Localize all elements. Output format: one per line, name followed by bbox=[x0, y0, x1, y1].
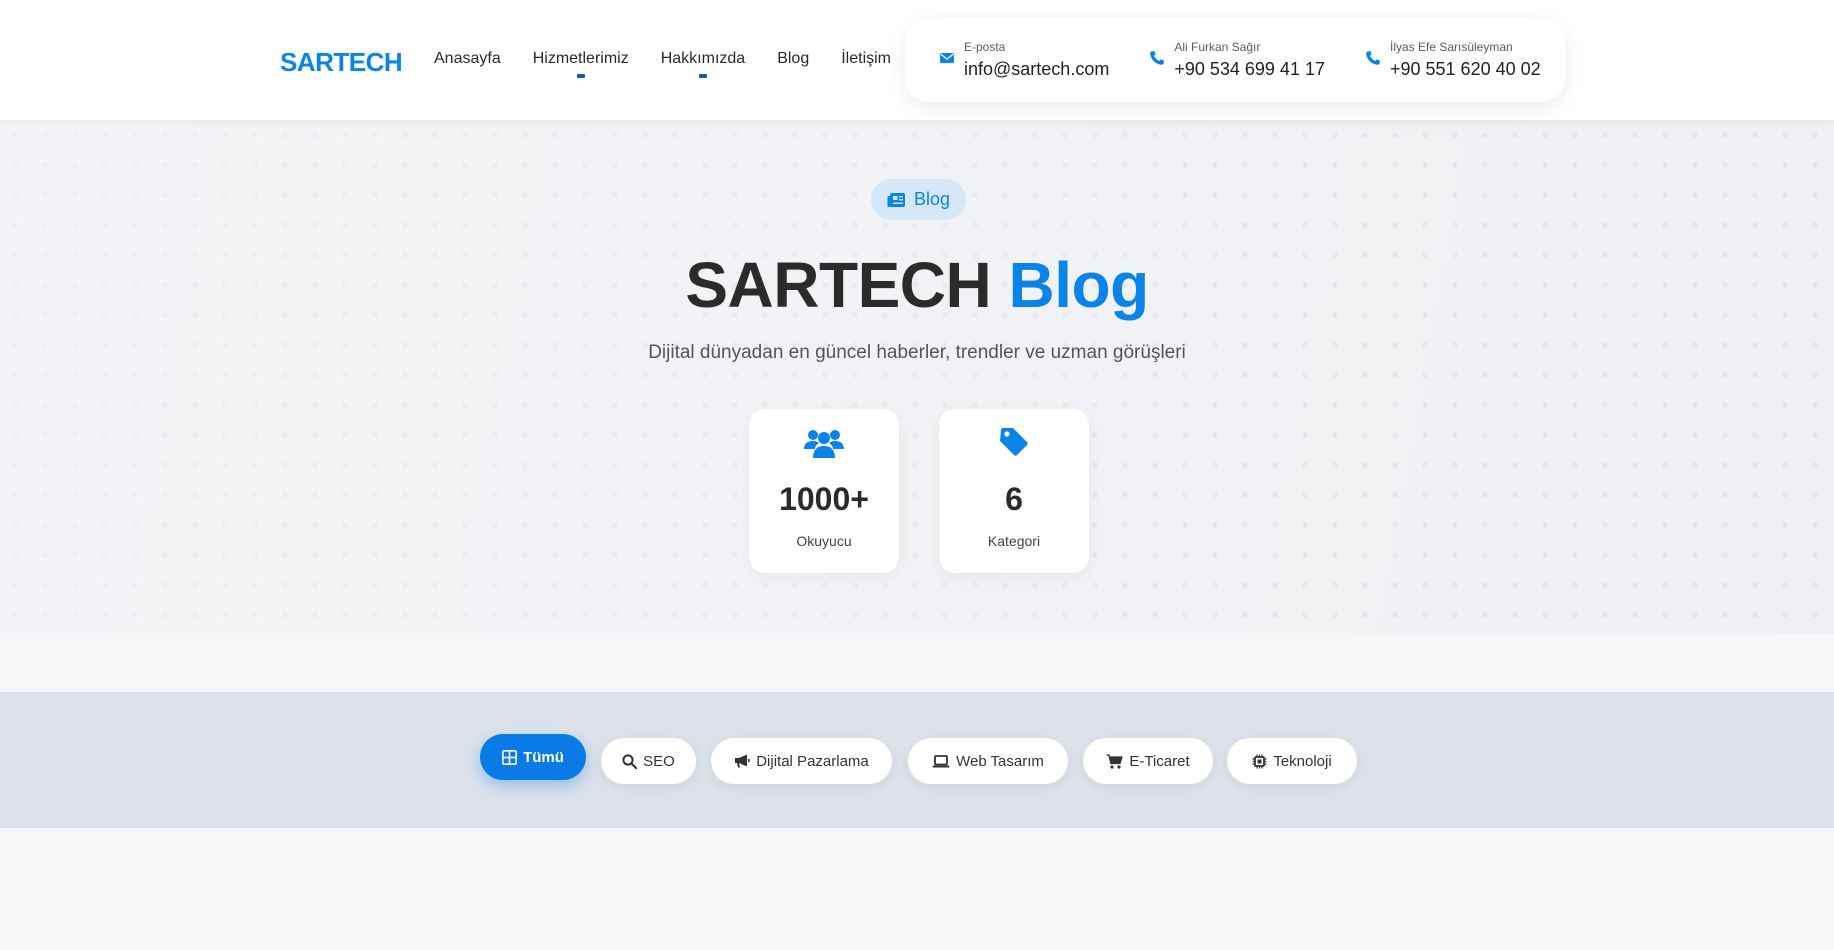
nav-label: Blog bbox=[777, 50, 810, 67]
badge-label: Blog bbox=[913, 189, 951, 209]
laptop-icon bbox=[932, 754, 950, 767]
dropdown-indicator-icon bbox=[698, 74, 707, 78]
contact-email[interactable]: E-posta info@sartech.com bbox=[939, 40, 1109, 81]
hero-section: Blog SARTECH Blog Dijital dünyadan en gü… bbox=[0, 120, 1834, 633]
contact-phone-ali[interactable]: Ali Furkan Sağır +90 534 699 41 17 bbox=[1149, 40, 1325, 81]
title-main: SARTECH bbox=[685, 249, 992, 321]
contact-value: +90 551 620 40 02 bbox=[1389, 58, 1541, 79]
stat-card-categories: 6 Kategori bbox=[939, 409, 1089, 573]
filter-label: Tümü bbox=[523, 748, 564, 766]
filter-label: SEO bbox=[643, 752, 675, 770]
contact-label: Ali Furkan Sağır bbox=[1174, 39, 1261, 54]
envelope-icon bbox=[940, 52, 954, 63]
filter-technology-button[interactable]: Teknoloji bbox=[1227, 738, 1357, 784]
nav-label: Anasayfa bbox=[434, 50, 501, 67]
filter-label: Teknoloji bbox=[1273, 752, 1332, 770]
stat-value: 1000+ bbox=[779, 481, 869, 517]
filter-label: Dijital Pazarlama bbox=[756, 752, 869, 770]
contact-card: E-posta info@sartech.com Ali Furkan Sağı… bbox=[905, 18, 1565, 102]
site-logo[interactable]: SARTECH bbox=[280, 47, 403, 78]
blog-badge: Blog bbox=[871, 179, 966, 220]
page-title: SARTECH Blog bbox=[0, 248, 1834, 322]
nav-item-anasayfa[interactable]: Anasayfa bbox=[434, 50, 501, 68]
nav-label: İletişim bbox=[841, 50, 891, 67]
category-filter-bar: Tümü SEO Dijital Pazarlama Web Tasarım E… bbox=[0, 692, 1834, 828]
main-nav: Anasayfa Hizmetlerimiz Hakkımızda Blog İ… bbox=[434, 50, 891, 78]
contact-phone-ilyas[interactable]: İlyas Efe Sarısüleyman +90 551 620 40 02 bbox=[1365, 40, 1541, 81]
stat-label: Okuyucu bbox=[796, 533, 852, 549]
nav-label: Hakkımızda bbox=[660, 50, 746, 67]
nav-item-hakkimizda[interactable]: Hakkımızda bbox=[660, 50, 746, 78]
phone-icon bbox=[1150, 50, 1165, 65]
filter-all-button[interactable]: Tümü bbox=[480, 734, 586, 780]
filter-web-design-button[interactable]: Web Tasarım bbox=[908, 738, 1068, 784]
page-subtitle: Dijital dünyadan en güncel haberler, tre… bbox=[648, 342, 1186, 363]
dropdown-indicator-icon bbox=[576, 74, 585, 78]
contact-label: İlyas Efe Sarısüleyman bbox=[1389, 39, 1513, 54]
cart-icon bbox=[1106, 753, 1124, 769]
filter-ecommerce-button[interactable]: E-Ticaret bbox=[1083, 738, 1213, 784]
nav-item-hizmetlerimiz[interactable]: Hizmetlerimiz bbox=[532, 50, 629, 78]
stat-card-readers: 1000+ Okuyucu bbox=[749, 409, 899, 573]
filter-label: Web Tasarım bbox=[956, 752, 1044, 770]
search-icon bbox=[622, 753, 638, 769]
grid-icon bbox=[502, 749, 518, 765]
chip-icon bbox=[1252, 754, 1267, 768]
contact-label: E-posta bbox=[964, 39, 1006, 54]
contact-value: info@sartech.com bbox=[964, 58, 1110, 79]
stat-label: Kategori bbox=[987, 533, 1041, 549]
nav-item-iletisim[interactable]: İletişim bbox=[841, 50, 891, 68]
stat-value: 6 bbox=[1005, 481, 1023, 517]
nav-label: Hizmetlerimiz bbox=[532, 50, 629, 67]
users-icon bbox=[804, 430, 844, 458]
filter-digital-marketing-button[interactable]: Dijital Pazarlama bbox=[711, 738, 892, 784]
filter-seo-button[interactable]: SEO bbox=[601, 738, 696, 784]
contact-value: +90 534 699 41 17 bbox=[1174, 58, 1325, 79]
megaphone-icon bbox=[735, 754, 750, 768]
nav-item-blog[interactable]: Blog bbox=[777, 50, 809, 68]
title-accent: Blog bbox=[1008, 249, 1149, 321]
filter-label: E-Ticaret bbox=[1129, 752, 1190, 770]
phone-icon bbox=[1366, 50, 1380, 65]
tag-icon bbox=[1000, 428, 1028, 456]
newspaper-icon bbox=[887, 192, 905, 207]
site-header: SARTECH Anasayfa Hizmetlerimiz Hakkımızd… bbox=[0, 0, 1834, 120]
